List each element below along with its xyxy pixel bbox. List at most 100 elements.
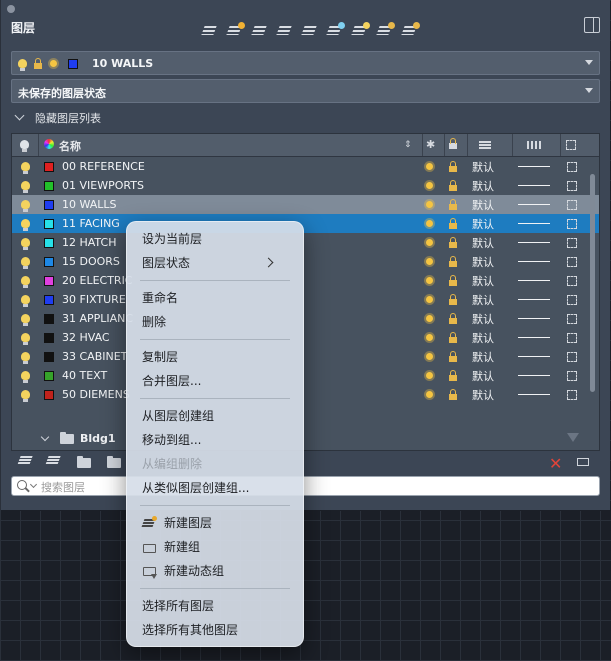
delete-icon[interactable]: ✕ — [549, 454, 562, 473]
layer-off-icon[interactable] — [351, 22, 370, 39]
bulb-icon[interactable] — [21, 162, 30, 174]
layer-properties-icon[interactable] — [201, 22, 220, 39]
bulb-icon[interactable] — [21, 181, 30, 193]
linetype-column-icon[interactable] — [527, 141, 541, 149]
linetype-line[interactable] — [518, 223, 550, 224]
menu-set-current[interactable]: 设为当前层 — [142, 229, 202, 249]
plot-icon[interactable] — [567, 351, 577, 362]
lock-icon[interactable] — [449, 198, 457, 210]
layer-row[interactable]: 00 REFERENCE 默认 — [12, 157, 599, 176]
lock-icon[interactable] — [449, 350, 457, 362]
layer-row[interactable]: 15 DOORS 默认 — [12, 252, 599, 271]
sun-icon[interactable] — [426, 201, 433, 208]
bulb-icon[interactable] — [21, 257, 30, 269]
plot-column-icon[interactable] — [566, 140, 576, 150]
color-swatch[interactable] — [44, 180, 54, 191]
search-bar[interactable] — [11, 476, 600, 496]
layer-unisolate-icon[interactable] — [301, 22, 320, 39]
layer-row[interactable]: 12 HATCH 默认 — [12, 233, 599, 252]
sun-icon[interactable] — [426, 277, 433, 284]
bulb-icon[interactable] — [21, 219, 30, 231]
new-group-icon[interactable] — [77, 456, 91, 468]
new-dynamic-group-icon[interactable] — [107, 456, 121, 468]
chevron-down-icon[interactable] — [40, 432, 50, 442]
sun-icon[interactable] — [426, 353, 433, 360]
linetype-line[interactable] — [518, 299, 550, 300]
lineweight-value[interactable]: 默认 — [472, 330, 494, 346]
lineweight-value[interactable]: 默认 — [472, 159, 494, 175]
menu-delete[interactable]: 删除 — [142, 312, 166, 332]
group-row[interactable]: Bldg1 — [12, 428, 599, 450]
chevron-down-icon[interactable] — [29, 480, 38, 489]
menu-new-dynamic-group[interactable]: 新建动态组 — [164, 561, 224, 581]
color-swatch[interactable] — [44, 370, 54, 381]
color-swatch[interactable] — [44, 218, 54, 229]
bulb-icon[interactable] — [21, 238, 30, 250]
color-swatch[interactable] — [44, 161, 54, 172]
linetype-line[interactable] — [518, 166, 550, 167]
plot-icon[interactable] — [567, 218, 577, 229]
layer-row[interactable]: 31 APPLIANC 默认 — [12, 309, 599, 328]
layer-freeze-icon[interactable] — [326, 22, 345, 39]
menu-merge[interactable]: 合并图层... — [142, 371, 201, 391]
lineweight-value[interactable]: 默认 — [472, 349, 494, 365]
color-swatch[interactable] — [44, 313, 54, 324]
lock-icon[interactable] — [449, 388, 457, 400]
bulb-icon[interactable] — [21, 371, 30, 383]
menu-duplicate[interactable]: 复制层 — [142, 347, 178, 367]
lock-icon[interactable] — [449, 312, 457, 324]
menu-select-all[interactable]: 选择所有图层 — [142, 596, 214, 616]
sun-icon[interactable] — [426, 182, 433, 189]
plot-icon[interactable] — [567, 199, 577, 210]
color-swatch[interactable] — [44, 199, 54, 210]
menu-group-from-layers[interactable]: 从图层创建组 — [142, 406, 214, 426]
layer-row[interactable]: 50 DIEMENS 默认 — [12, 385, 599, 404]
layer-row[interactable]: 40 TEXT 默认 — [12, 366, 599, 385]
bulb-icon[interactable] — [21, 333, 30, 345]
lineweight-value[interactable]: 默认 — [472, 197, 494, 213]
bulb-icon[interactable] — [21, 352, 30, 364]
bulb-icon[interactable] — [21, 295, 30, 307]
linetype-line[interactable] — [518, 185, 550, 186]
plot-icon[interactable] — [567, 256, 577, 267]
current-layer-dropdown[interactable]: 10 WALLS — [11, 51, 600, 75]
color-swatch[interactable] — [44, 332, 54, 343]
menu-new-layer[interactable]: 新建图层 — [164, 513, 212, 533]
bulb-icon[interactable] — [21, 276, 30, 288]
lock-icon[interactable] — [449, 255, 457, 267]
color-swatch[interactable] — [44, 256, 54, 267]
bulb-icon[interactable] — [21, 200, 30, 212]
layer-row[interactable]: 20 ELECTRIC 默认 — [12, 271, 599, 290]
lock-icon[interactable] — [449, 274, 457, 286]
menu-new-group[interactable]: 新建组 — [164, 537, 200, 557]
plot-icon[interactable] — [567, 237, 577, 248]
layer-row[interactable]: 11 FACING 默认 — [12, 214, 599, 233]
lock-icon[interactable] — [449, 236, 457, 248]
new-layer-vp-frozen-icon[interactable] — [45, 456, 61, 465]
menu-layer-states[interactable]: 图层状态 — [142, 253, 288, 273]
color-swatch[interactable] — [44, 237, 54, 248]
sun-icon[interactable] — [426, 296, 433, 303]
layer-lock-icon[interactable] — [376, 22, 395, 39]
freeze-column-icon[interactable]: ✱ — [426, 138, 435, 151]
sun-icon[interactable] — [426, 239, 433, 246]
lineweight-column-icon[interactable] — [479, 141, 491, 149]
linetype-line[interactable] — [518, 280, 550, 281]
layer-row[interactable]: 33 CABINET 默认 — [12, 347, 599, 366]
lock-icon[interactable] — [449, 160, 457, 172]
lineweight-value[interactable]: 默认 — [472, 311, 494, 327]
vertical-scrollbar[interactable] — [590, 174, 595, 392]
color-swatch[interactable] — [44, 389, 54, 400]
sun-icon[interactable] — [426, 315, 433, 322]
layer-row[interactable]: 30 FIXTURE 默认 — [12, 290, 599, 309]
lock-icon[interactable] — [449, 293, 457, 305]
layer-row[interactable]: 32 HVAC 默认 — [12, 328, 599, 347]
linetype-line[interactable] — [518, 394, 550, 395]
lock-icon[interactable] — [449, 369, 457, 381]
layer-state-dropdown[interactable]: 未保存的图层状态 — [11, 79, 600, 103]
lock-icon[interactable] — [449, 217, 457, 229]
sun-icon[interactable] — [426, 391, 433, 398]
plot-icon[interactable] — [567, 370, 577, 381]
new-layer-icon[interactable] — [226, 22, 245, 39]
color-swatch[interactable] — [44, 351, 54, 362]
